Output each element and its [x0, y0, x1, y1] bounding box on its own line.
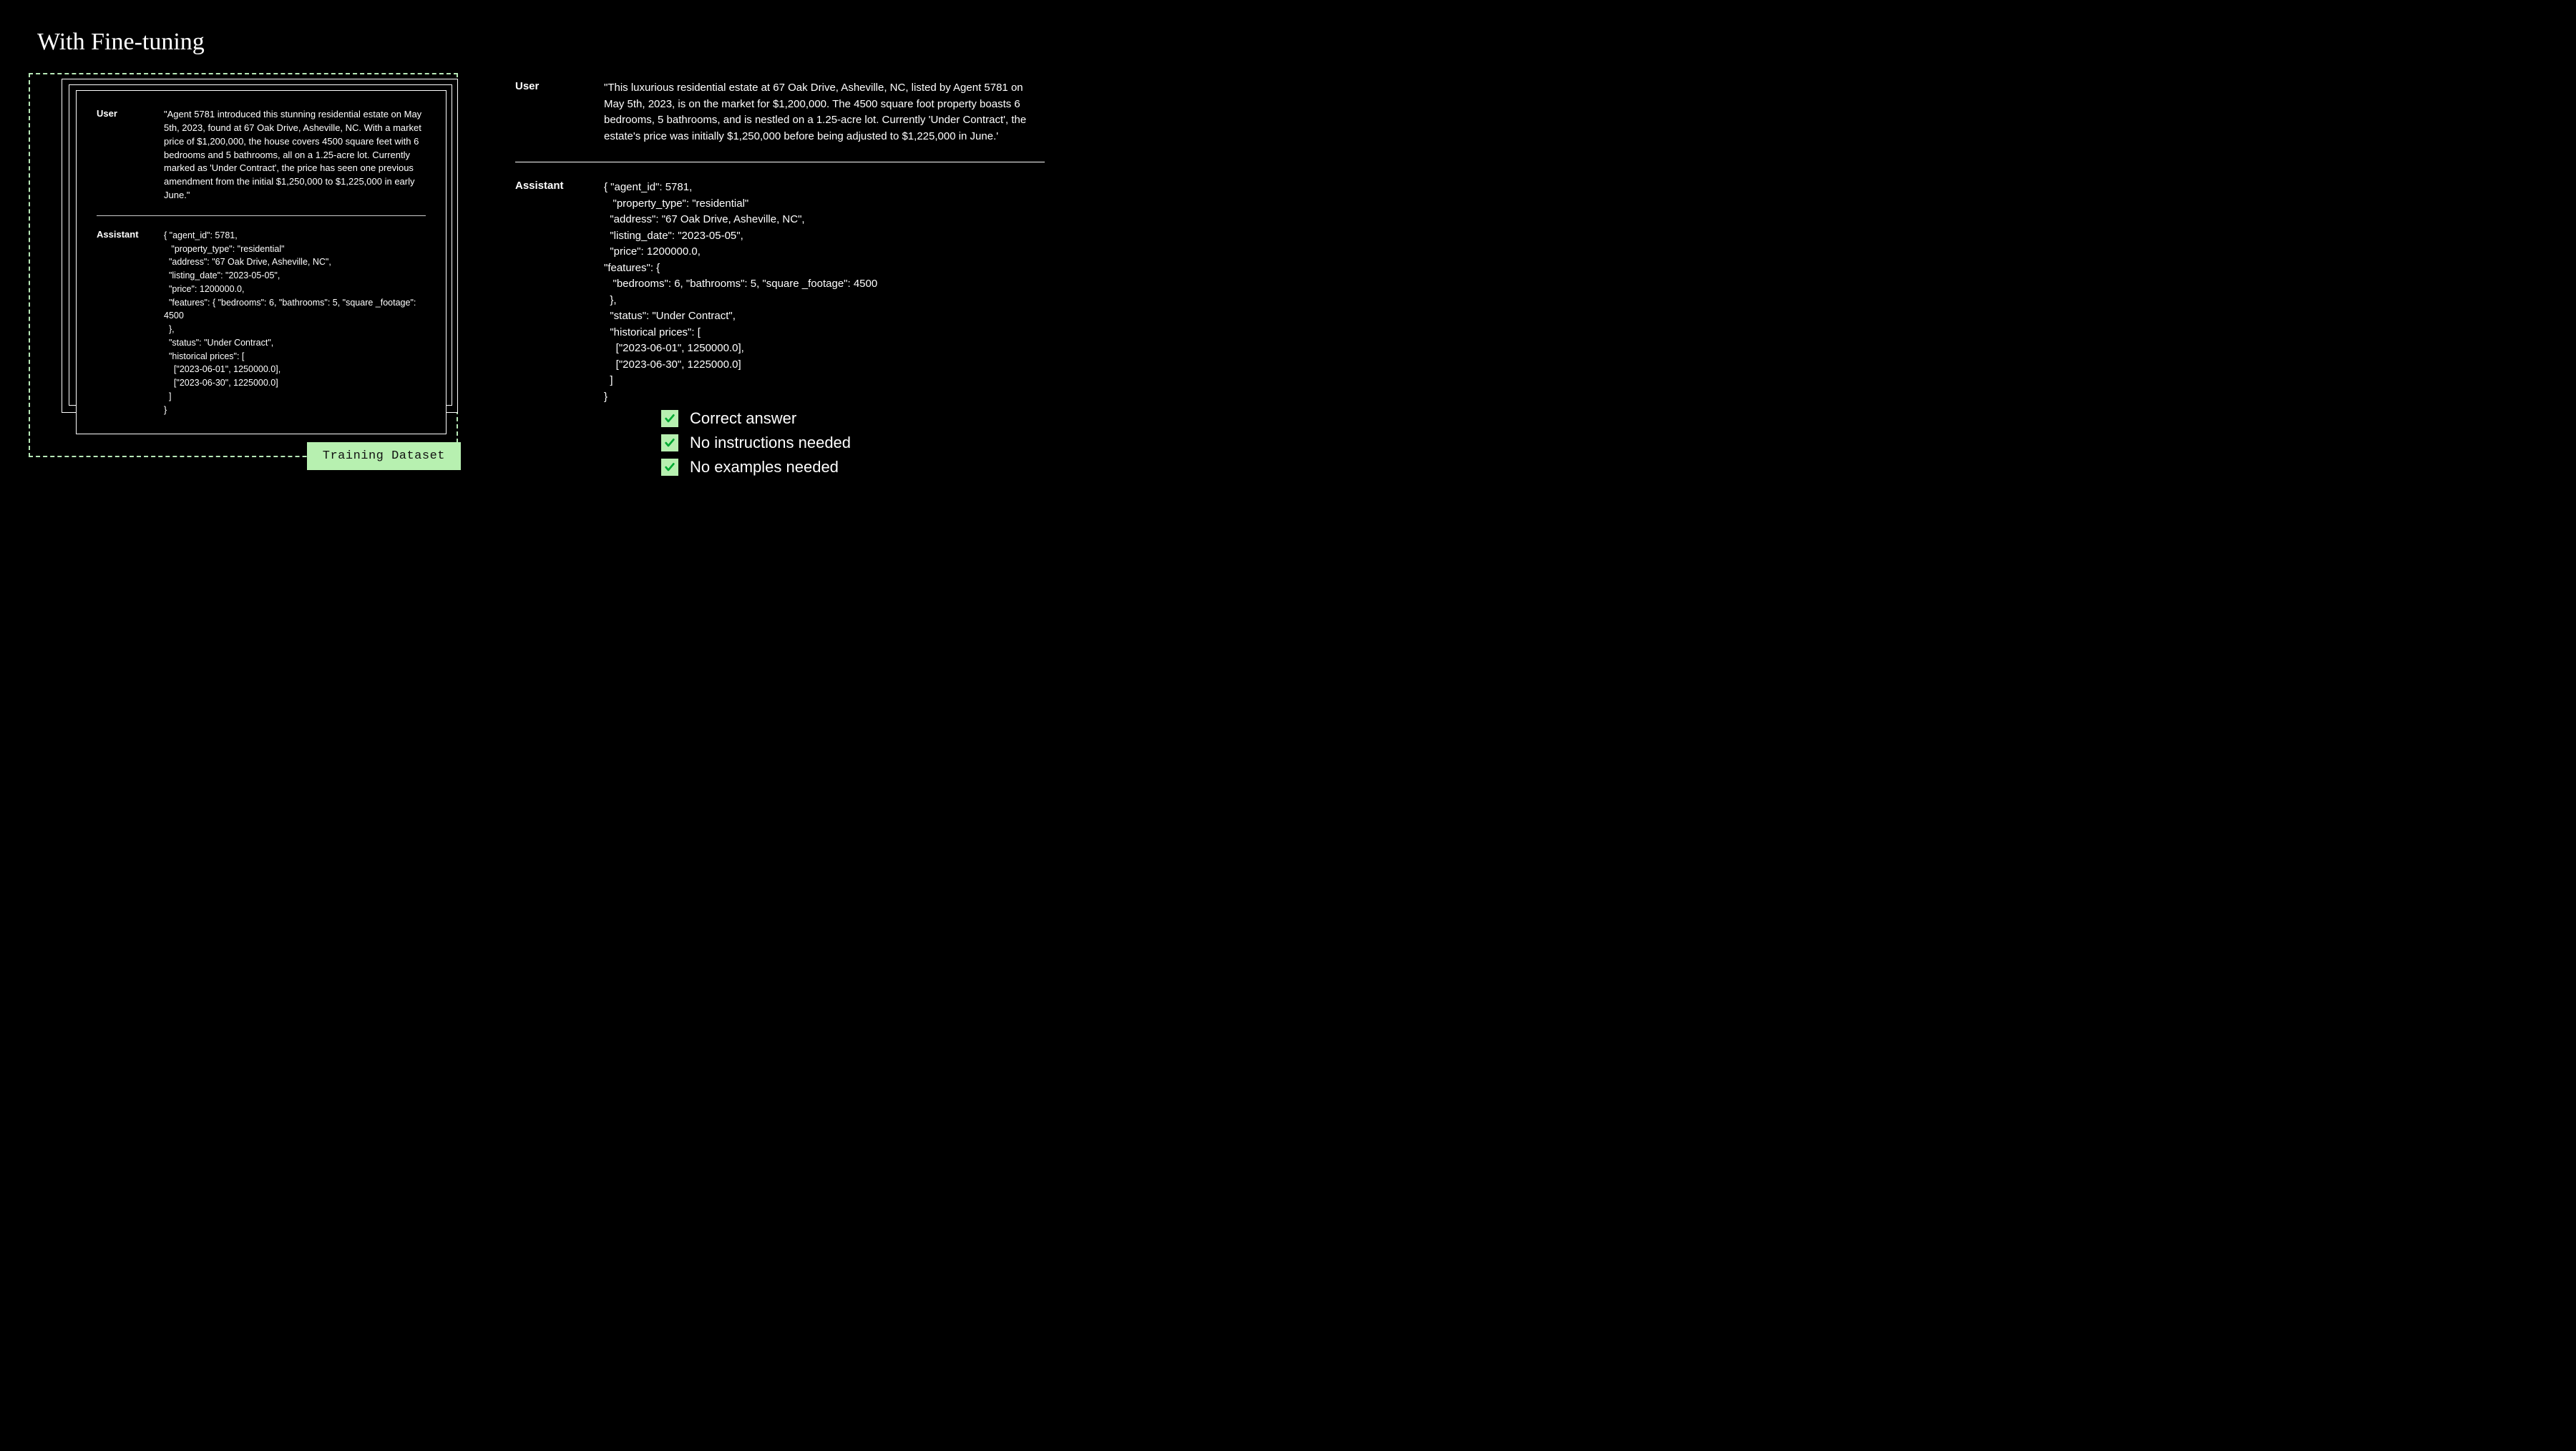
- check-icon: [661, 410, 678, 427]
- benefit-label: Correct answer: [690, 409, 796, 428]
- role-label-user: User: [97, 108, 147, 119]
- benefit-label: No examples needed: [690, 458, 839, 477]
- card-stack: User "Agent 5781 introduced this stunnin…: [40, 90, 447, 434]
- training-dataset-panel: User "Agent 5781 introduced this stunnin…: [29, 73, 458, 457]
- assistant-row: Assistant { "agent_id": 5781, "property_…: [97, 229, 426, 417]
- example-card: User "Agent 5781 introduced this stunnin…: [76, 90, 447, 434]
- assistant-message-text: { "agent_id": 5781, "property_type": "re…: [604, 180, 1045, 405]
- benefit-item: No instructions needed: [661, 434, 1045, 452]
- page-title: With Fine-tuning: [37, 29, 2547, 56]
- user-message-text: "This luxurious residential estate at 67…: [604, 80, 1045, 145]
- check-icon: [661, 434, 678, 451]
- assistant-message-text: { "agent_id": 5781, "property_type": "re…: [164, 229, 426, 417]
- user-row: User "This luxurious residential estate …: [515, 80, 1045, 145]
- benefit-item: Correct answer: [661, 409, 1045, 428]
- inference-panel: User "This luxurious residential estate …: [515, 73, 1045, 482]
- role-label-user: User: [515, 80, 587, 92]
- check-icon: [661, 459, 678, 476]
- dashed-container: User "Agent 5781 introduced this stunnin…: [29, 73, 458, 457]
- assistant-row: Assistant { "agent_id": 5781, "property_…: [515, 180, 1045, 482]
- user-row: User "Agent 5781 introduced this stunnin…: [97, 108, 426, 202]
- role-label-assistant: Assistant: [515, 180, 587, 192]
- benefit-label: No instructions needed: [690, 434, 851, 452]
- benefit-item: No examples needed: [661, 458, 1045, 477]
- training-dataset-badge: Training Dataset: [307, 442, 461, 470]
- divider: [97, 215, 426, 216]
- role-label-assistant: Assistant: [97, 229, 147, 240]
- user-message-text: "Agent 5781 introduced this stunning res…: [164, 108, 426, 202]
- benefits-list: Correct answer No instructions needed No…: [661, 409, 1045, 477]
